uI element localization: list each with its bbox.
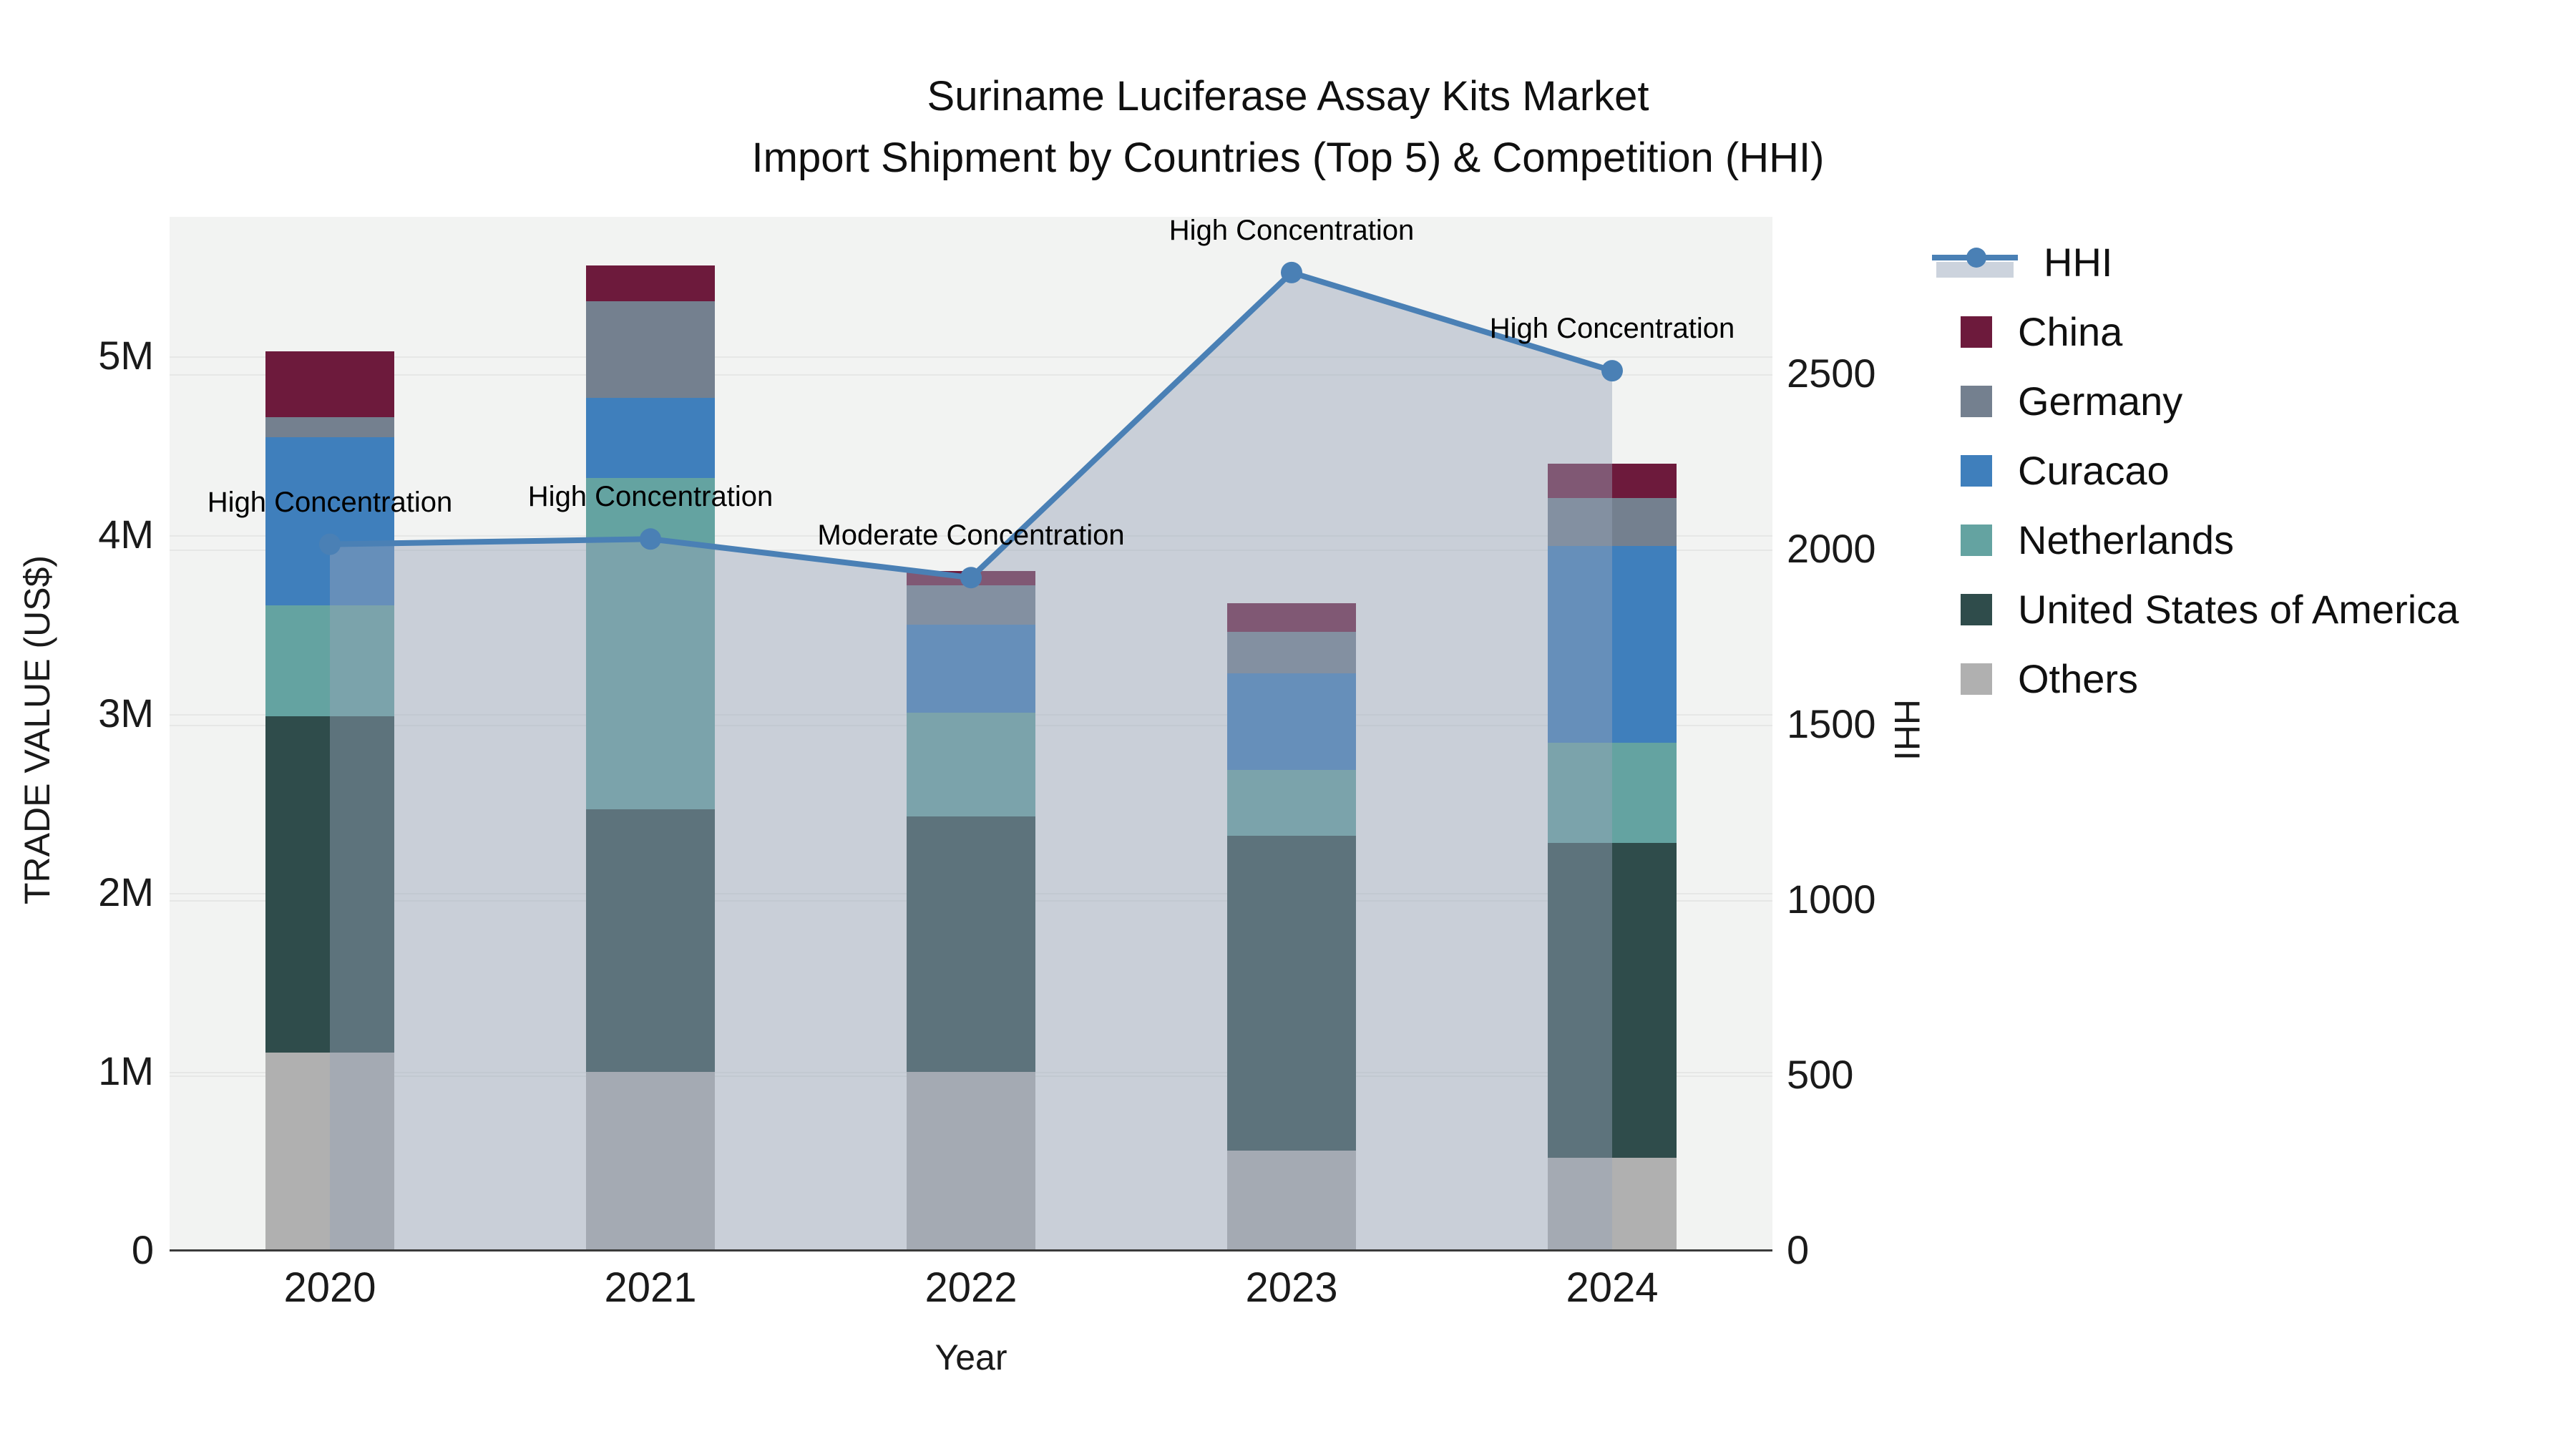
legend-swatch-netherlands: [1961, 524, 1992, 556]
bar-segment-others-2021: [586, 1072, 715, 1251]
legend-label: United States of America: [2018, 587, 2459, 632]
bar-segment-curacao-2024: [1548, 546, 1677, 743]
bar-segment-united-states-of-america-2020: [265, 716, 394, 1053]
legend-label: Netherlands: [2018, 517, 2234, 562]
x-tick-2024: 2024: [1566, 1264, 1659, 1311]
bar-segment-netherlands-2024: [1548, 743, 1677, 843]
bar-segment-united-states-of-america-2023: [1227, 836, 1356, 1151]
gridline: [170, 356, 1772, 358]
right-tick-500: 500: [1787, 1052, 1854, 1097]
bar-segment-netherlands-2021: [586, 478, 715, 809]
bar-segment-others-2023: [1227, 1151, 1356, 1251]
bar-segment-germany-2022: [907, 585, 1035, 625]
bar-segment-germany-2020: [265, 417, 394, 437]
legend-item-netherlands[interactable]: Netherlands: [1932, 505, 2234, 575]
right-tick-2500: 2500: [1787, 351, 1876, 396]
bar-segment-netherlands-2020: [265, 605, 394, 716]
bar-segment-curacao-2020: [265, 436, 394, 605]
legend-item-china[interactable]: China: [1932, 297, 2122, 366]
x-tick-2022: 2022: [924, 1264, 1018, 1311]
bar-segment-united-states-of-america-2021: [586, 809, 715, 1072]
bar-segment-china-2024: [1548, 464, 1677, 498]
legend-item-curacao[interactable]: Curacao: [1932, 436, 2170, 505]
bar-segment-germany-2021: [586, 301, 715, 398]
left-tick-1M: 1M: [98, 1048, 154, 1093]
legend-swatch-others: [1961, 663, 1992, 695]
annotation-2023: High Concentration: [1169, 214, 1415, 246]
legend-label: Germany: [2018, 379, 2183, 424]
annotation-2024: High Concentration: [1489, 313, 1735, 345]
bar-segment-others-2024: [1548, 1158, 1677, 1251]
right-tick-1500: 1500: [1787, 701, 1876, 746]
bar-segment-germany-2024: [1548, 497, 1677, 546]
annotation-2020: High Concentration: [207, 486, 453, 518]
bar-segment-curacao-2021: [586, 397, 715, 478]
chart-title-line2: Import Shipment by Countries (Top 5) & C…: [751, 135, 1825, 181]
right-tick-2000: 2000: [1787, 526, 1876, 571]
legend-item-united-states-of-america[interactable]: United States of America: [1932, 575, 2459, 644]
bar-segment-curacao-2022: [907, 625, 1035, 713]
annotation-2021: High Concentration: [527, 481, 774, 513]
legend-swatch-germany: [1961, 385, 1992, 417]
legend-label: HHI: [2044, 240, 2113, 285]
bar-segment-united-states-of-america-2024: [1548, 843, 1677, 1158]
legend-item-hhi[interactable]: HHI: [1932, 228, 2112, 297]
x-tick-2021: 2021: [604, 1264, 697, 1311]
bar-segment-china-2022: [907, 571, 1035, 585]
legend-swatch-curacao: [1961, 454, 1992, 487]
bar-segment-others-2020: [265, 1052, 394, 1251]
legend-swatch-china: [1961, 316, 1992, 348]
legend-item-germany[interactable]: Germany: [1932, 366, 2182, 436]
chart-title-line1: Suriname Luciferase Assay Kits Market: [927, 73, 1649, 119]
right-tick-0: 0: [1787, 1227, 1810, 1272]
left-tick-4M: 4M: [98, 512, 154, 557]
x-axis-line: [170, 1249, 1772, 1252]
legend-label: Curacao: [2018, 448, 2170, 493]
x-axis-title: Year: [935, 1337, 1008, 1377]
gridline: [170, 374, 1772, 376]
legend-label: China: [2018, 309, 2123, 354]
left-tick-5M: 5M: [98, 333, 154, 378]
x-tick-2020: 2020: [283, 1264, 376, 1311]
hhi-legend-symbol: [1932, 245, 2018, 280]
bar-segment-netherlands-2023: [1227, 769, 1356, 836]
left-axis-title: TRADE VALUE (US$): [17, 555, 57, 905]
bar-segment-others-2022: [907, 1072, 1035, 1251]
legend-swatch-united-states-of-america: [1961, 593, 1992, 625]
annotation-2022: Moderate Concentration: [817, 519, 1125, 552]
bar-segment-china-2020: [265, 351, 394, 417]
bar-segment-germany-2023: [1227, 632, 1356, 673]
bar-segment-united-states-of-america-2022: [907, 816, 1035, 1072]
bar-segment-china-2021: [586, 265, 715, 301]
x-tick-2023: 2023: [1245, 1264, 1338, 1311]
bar-segment-china-2023: [1227, 603, 1356, 632]
hhi-legend-marker: [1966, 247, 1986, 268]
plot-area: [170, 217, 1772, 1251]
chart-canvas: Suriname Luciferase Assay Kits Market Im…: [0, 0, 2576, 1449]
bar-segment-netherlands-2022: [907, 712, 1035, 816]
left-tick-0: 0: [131, 1227, 154, 1272]
legend-item-others[interactable]: Others: [1932, 644, 2138, 713]
chart-title: Suriname Luciferase Assay Kits Market Im…: [0, 66, 2576, 189]
legend-label: Others: [2018, 656, 2139, 701]
right-axis-title: HHI: [1887, 698, 1927, 761]
bar-segment-curacao-2023: [1227, 673, 1356, 770]
right-tick-1000: 1000: [1787, 877, 1876, 922]
